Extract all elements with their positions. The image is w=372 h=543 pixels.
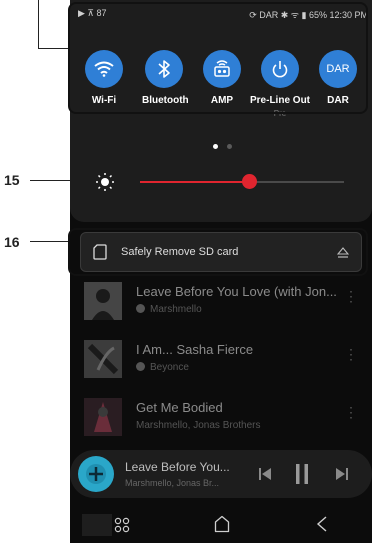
song-artist: Marshmello, Jonas Brothers [136,420,261,431]
brightness-slider-fill [140,181,250,183]
list-item[interactable]: Leave Before You Love (with Jon... Marsh… [70,282,372,332]
artist-icon [136,362,145,371]
list-item[interactable]: I Am... Sasha Fierce Beyonce ⋮ [70,340,372,390]
song-artist-name: Marshmello [150,304,202,315]
brightness-icon [94,172,116,197]
more-icon[interactable]: ⋮ [344,288,358,305]
mini-player[interactable]: Leave Before You... Marshmello, Jonas Br… [70,450,372,498]
back-icon[interactable] [316,516,328,537]
callout-16: 16 [4,234,20,250]
callout-15: 15 [4,172,20,188]
song-artist: Beyonce [136,362,189,373]
highlight-box-quick-settings [68,2,368,114]
album-art [84,398,122,436]
player-song-artist: Marshmello, Jonas Br... [125,478,220,488]
song-title: Leave Before You Love (with Jon... [136,284,337,299]
next-icon[interactable] [335,467,349,486]
album-art [84,340,122,378]
previous-icon[interactable] [258,467,272,486]
navigation-bar [70,510,372,543]
callout-line-top-horizontal [38,48,70,49]
album-art [84,282,122,320]
artist-icon [136,304,145,313]
song-artist-name: Beyonce [150,362,189,373]
song-title: I Am... Sasha Fierce [136,342,254,357]
more-icon[interactable]: ⋮ [344,346,358,363]
player-album-art [78,456,114,492]
highlight-box-notification [68,228,368,276]
more-icon[interactable]: ⋮ [344,404,358,421]
home-icon[interactable] [214,515,230,538]
callout-line-16 [30,241,70,242]
recents-icon[interactable] [114,517,130,538]
callout-line-top-vertical [38,0,39,48]
player-song-title: Leave Before You... [125,460,230,474]
brightness-slider-thumb[interactable] [242,174,257,189]
faded-album-art [82,514,112,536]
page-dot-active [213,144,218,149]
pause-icon[interactable] [295,464,309,489]
song-artist: Marshmello [136,304,202,315]
page-dot-inactive [227,144,232,149]
song-title: Get Me Bodied [136,400,223,415]
list-item[interactable]: Get Me Bodied Marshmello, Jonas Brothers… [70,398,372,448]
